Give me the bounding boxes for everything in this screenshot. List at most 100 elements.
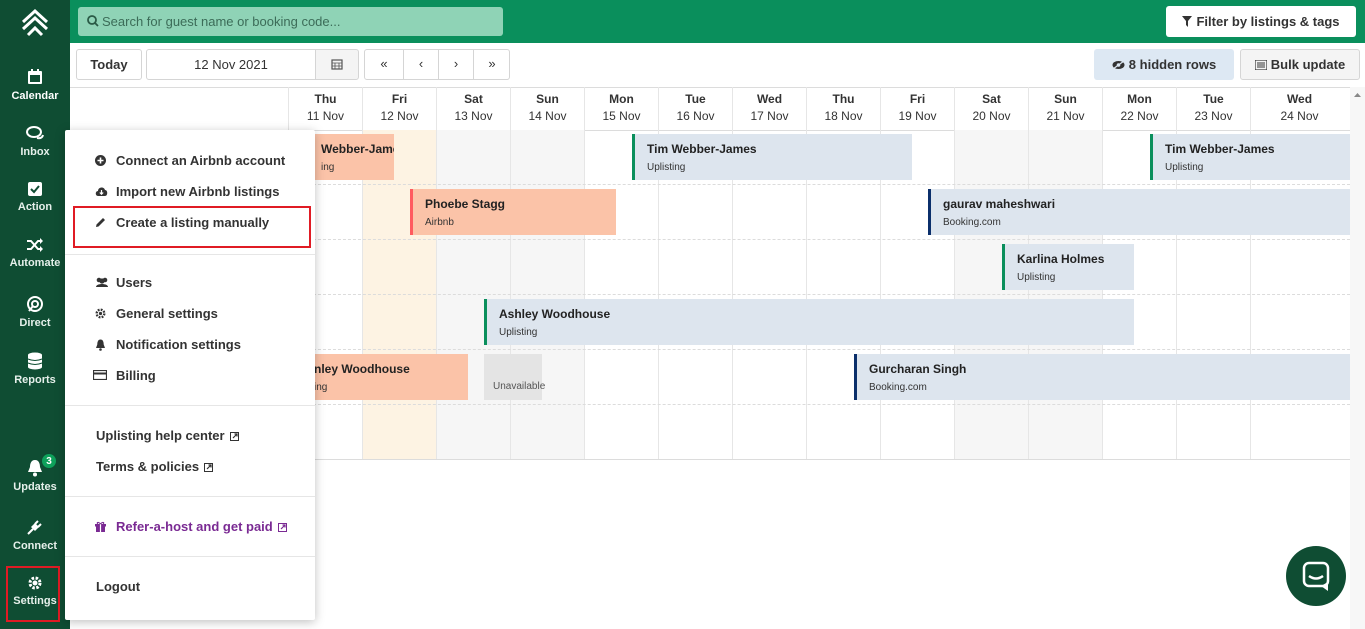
row-divider [288, 239, 1350, 240]
uplisting-logo-icon[interactable] [20, 8, 50, 38]
day-date: 24 Nov [1280, 109, 1319, 123]
hidden-rows-button[interactable]: 8 hidden rows [1094, 49, 1234, 80]
search-placeholder: Search for guest name or booking code... [102, 14, 341, 29]
today-button[interactable]: Today [76, 49, 142, 80]
database-icon [27, 352, 43, 370]
date-input[interactable]: 12 Nov 2021 [146, 49, 316, 80]
row-divider [288, 294, 1350, 295]
booking-bar[interactable]: nley Woodhouse ing [300, 354, 468, 400]
filter-button-label: Filter by listings & tags [1196, 14, 1340, 29]
sidebar-item-label: Automate [9, 257, 61, 269]
day-of-week: Sat [464, 92, 483, 106]
menu-label: Billing [116, 368, 156, 383]
refer-text: Refer-a-host and get paid [116, 519, 273, 534]
booking-guest: Tim Webber-James [1165, 142, 1275, 156]
sidebar-item-inbox[interactable]: Inbox [0, 126, 70, 176]
filter-button[interactable]: Filter by listings & tags [1166, 6, 1356, 37]
chat-widget-button[interactable] [1286, 546, 1346, 606]
weekend-column[interactable] [436, 130, 510, 460]
terms-text: Terms & policies [96, 459, 200, 474]
booking-source: Uplisting [1017, 272, 1056, 283]
menu-help-center[interactable]: Uplisting help center [65, 421, 315, 451]
app: Calendar Inbox Action Automate Direct Re… [0, 0, 1365, 629]
day-of-week: Tue [1203, 92, 1224, 106]
sidebar-item-label: Updates [13, 481, 57, 493]
day-of-week: Mon [1127, 92, 1152, 106]
weekend-column[interactable] [1028, 130, 1102, 460]
settings-menu: Connect an Airbnb account Import new Air… [65, 130, 315, 620]
menu-general-settings[interactable]: General settings [65, 299, 315, 329]
menu-refer-host[interactable]: Refer-a-host and get paid [65, 512, 315, 542]
menu-notification-settings[interactable]: Notification settings [65, 330, 315, 360]
weekend-column[interactable] [954, 130, 1028, 460]
booking-guest: Karlina Holmes [1017, 252, 1105, 266]
menu-divider [65, 556, 315, 557]
menu-label: General settings [116, 306, 218, 321]
day-of-week: Sun [536, 92, 559, 106]
last-button[interactable]: » [473, 49, 510, 80]
menu-label: Connect an Airbnb account [116, 153, 286, 168]
booking-bar[interactable]: Gurcharan Singh Booking.com [854, 354, 1350, 400]
booking-source: Uplisting [1165, 162, 1204, 173]
menu-label: Refer-a-host and get paid [116, 512, 287, 542]
menu-users[interactable]: Users [65, 268, 315, 298]
chat-bubbles-icon [26, 126, 44, 140]
day-date: 18 Nov [824, 109, 863, 123]
sidebar-item-calendar[interactable]: Calendar [0, 68, 70, 118]
sidebar-item-updates[interactable]: 3 Updates [0, 453, 70, 509]
sidebar-item-direct[interactable]: Direct [0, 295, 70, 345]
booking-bar[interactable]: Ashley Woodhouse Uplisting [484, 299, 1134, 345]
day-header: Fri 19 Nov [880, 87, 954, 130]
weekend-column[interactable] [510, 130, 584, 460]
day-of-week: Mon [609, 92, 634, 106]
day-of-week: Wed [1286, 92, 1313, 106]
booking-bar[interactable]: Tim Webber-James Uplisting [1150, 134, 1350, 180]
booking-bar[interactable]: Phoebe Stagg Airbnb [410, 189, 616, 235]
booking-bar[interactable]: gaurav maheshwari Booking.com [928, 189, 1350, 235]
sidebar: Calendar Inbox Action Automate Direct Re… [0, 0, 70, 629]
menu-label: Import new Airbnb listings [116, 184, 280, 199]
day-header: Thu 18 Nov [806, 87, 880, 130]
menu-logout[interactable]: Logout [65, 572, 315, 602]
sidebar-item-reports[interactable]: Reports [0, 352, 70, 402]
booking-bar[interactable]: Tim Webber-James Uplisting [632, 134, 912, 180]
external-link-icon [204, 463, 214, 473]
sidebar-item-connect[interactable]: Connect [0, 518, 70, 568]
sidebar-item-action[interactable]: Action [0, 181, 70, 231]
search-input[interactable]: Search for guest name or booking code... [78, 7, 503, 36]
day-date: 21 Nov [1046, 109, 1085, 123]
menu-divider [65, 405, 315, 406]
date-picker-button[interactable] [315, 49, 359, 80]
day-header: Sun 14 Nov [510, 87, 584, 130]
credit-card-icon [93, 370, 107, 380]
booking-bar[interactable]: Karlina Holmes Uplisting [1002, 244, 1134, 290]
prev-button[interactable]: ‹ [403, 49, 438, 80]
sidebar-item-label: Calendar [11, 90, 59, 102]
day-date: 12 Nov [380, 109, 419, 123]
menu-terms-policies[interactable]: Terms & policies [65, 452, 315, 482]
vertical-scrollbar[interactable] [1350, 87, 1365, 629]
sidebar-item-label: Action [17, 201, 53, 213]
day-header: Sun 21 Nov [1028, 87, 1102, 130]
day-date: 22 Nov [1120, 109, 1159, 123]
booking-source: ing [314, 382, 328, 393]
next-button[interactable]: › [438, 49, 473, 80]
sidebar-item-automate[interactable]: Automate [0, 237, 70, 287]
first-button[interactable]: « [364, 49, 404, 80]
filter-icon [1182, 16, 1193, 27]
booking-source: Airbnb [425, 217, 454, 228]
day-of-week: Fri [909, 92, 926, 106]
bulk-update-button[interactable]: Bulk update [1240, 49, 1360, 80]
menu-billing[interactable]: Billing [65, 361, 315, 391]
booking-source: Uplisting [499, 327, 538, 338]
booking-source: Uplisting [647, 162, 686, 173]
day-header: Mon 15 Nov [584, 87, 658, 130]
row-divider [288, 404, 1350, 405]
create-listing-highlight-box [73, 206, 311, 248]
gift-icon [95, 521, 106, 532]
menu-connect-airbnb[interactable]: Connect an Airbnb account [65, 146, 315, 176]
unavailable-block[interactable]: Unavailable [484, 354, 545, 400]
topbar: Search for guest name or booking code...… [70, 0, 1365, 43]
menu-import-airbnb[interactable]: Import new Airbnb listings [65, 177, 315, 207]
bell-icon [96, 339, 105, 351]
